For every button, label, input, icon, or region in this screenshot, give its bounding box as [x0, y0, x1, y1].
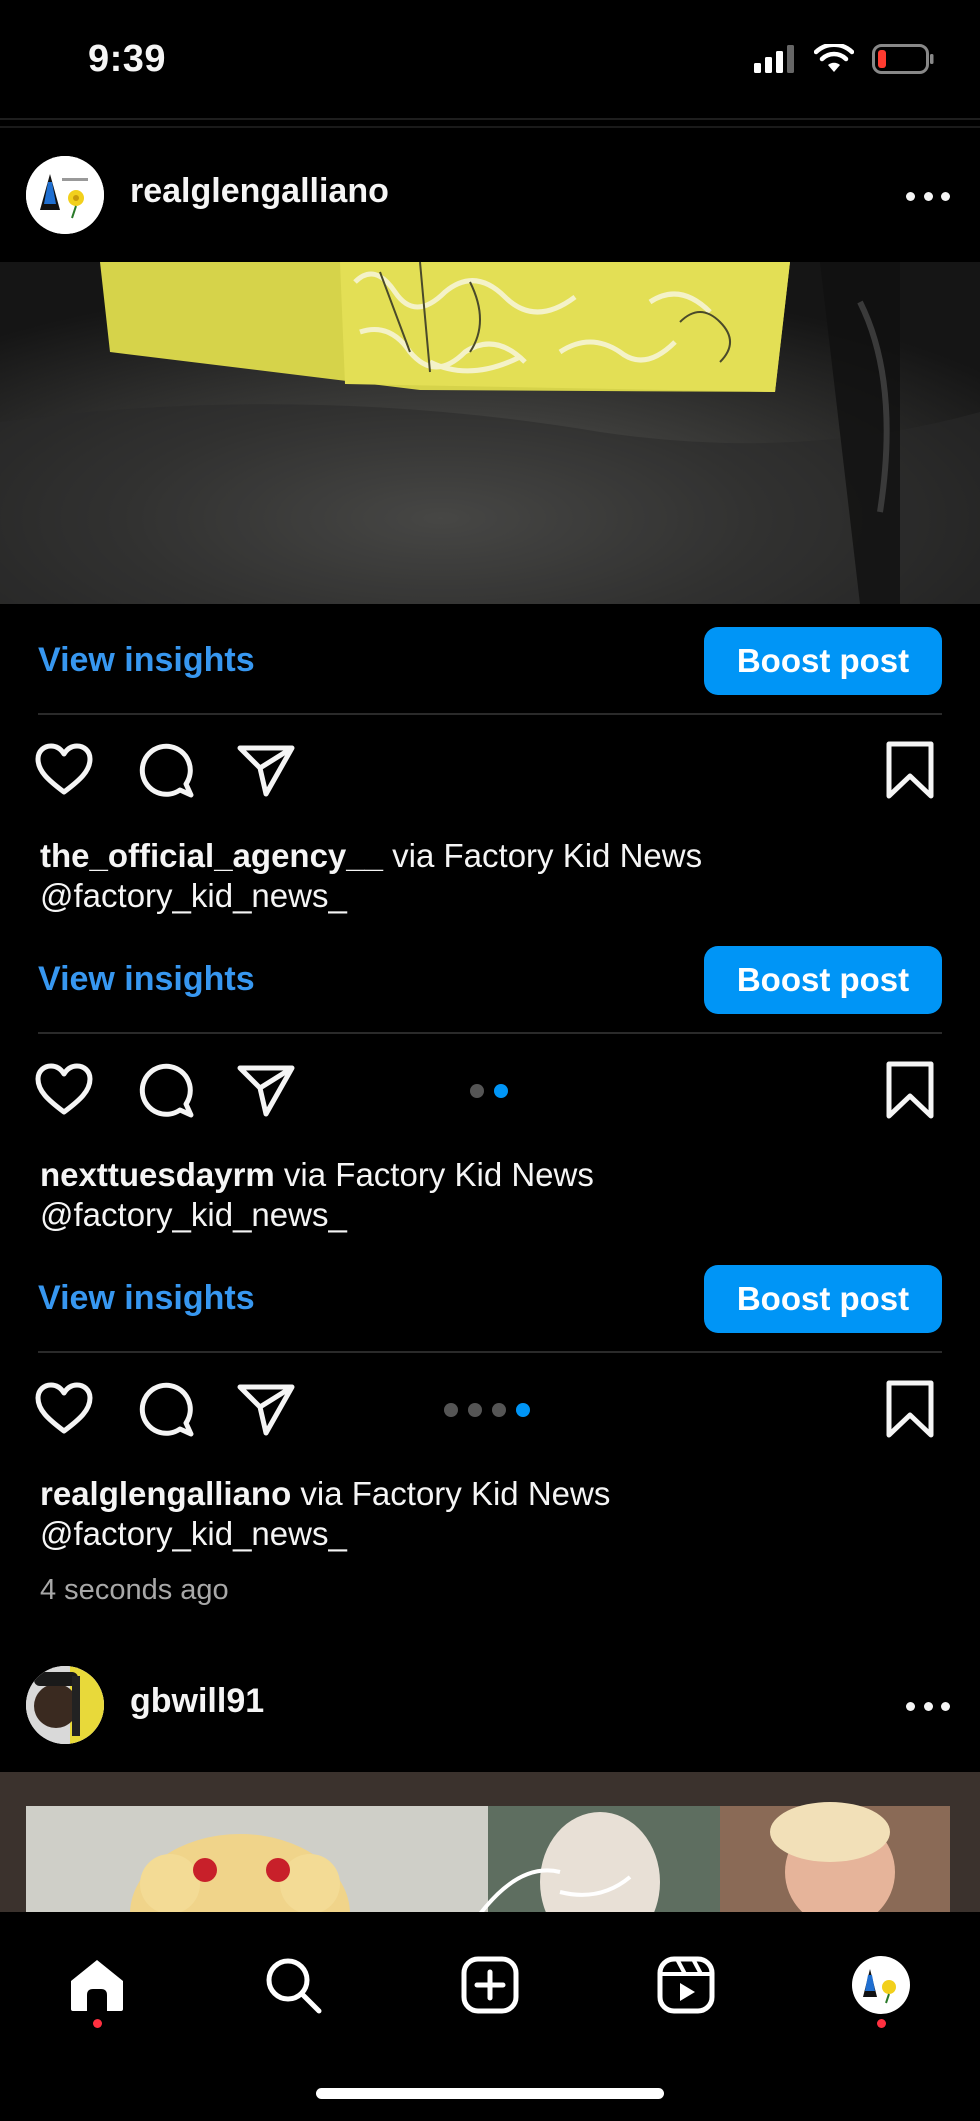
status-bar: 9:39 [0, 0, 980, 118]
action-row [30, 740, 950, 810]
save-bookmark-icon[interactable] [884, 1379, 936, 1439]
avatar-photo-icon [26, 1666, 104, 1744]
boost-post-button[interactable]: Boost post [704, 946, 942, 1014]
comment-icon[interactable] [136, 1060, 196, 1120]
nav-profile[interactable] [846, 1950, 916, 2020]
caption-handle[interactable]: @factory_kid_news_ [40, 1515, 347, 1552]
profile-avatar-icon [852, 1956, 910, 2014]
carousel-dot [470, 1084, 484, 1098]
home-indicator [316, 2088, 664, 2099]
carousel-indicator [444, 1403, 530, 1417]
post-timestamp: 4 seconds ago [40, 1574, 229, 1606]
save-bookmark-icon[interactable] [884, 1060, 936, 1120]
carousel-dot [444, 1403, 458, 1417]
home-icon [71, 1960, 123, 2011]
status-icons [754, 44, 934, 74]
battery-low-icon [872, 44, 934, 74]
action-row [30, 1379, 950, 1449]
caption-text: via Factory Kid News [274, 1156, 594, 1193]
caption-text: via Factory Kid News [383, 837, 703, 874]
top-divider [0, 118, 980, 120]
row-divider [38, 1351, 942, 1353]
post-caption: the_official_agency__ via Factory Kid Ne… [40, 836, 940, 916]
save-bookmark-icon[interactable] [884, 740, 936, 800]
carousel-dot [468, 1403, 482, 1417]
more-options-icon[interactable] [906, 1700, 950, 1712]
collage-photo [0, 1772, 980, 1914]
comment-icon[interactable] [136, 740, 196, 800]
row-divider [38, 713, 942, 715]
caption-username[interactable]: the_official_agency__ [40, 837, 383, 874]
insights-row: View insights Boost post [38, 627, 942, 695]
caption-handle[interactable]: @factory_kid_news_ [40, 877, 347, 914]
carousel-dot-active [516, 1403, 530, 1417]
post-header: gbwill91 [0, 1650, 980, 1760]
share-send-icon[interactable] [236, 1060, 296, 1120]
avatar[interactable] [26, 1666, 104, 1744]
home-notification-dot [93, 2019, 102, 2028]
cellular-signal-icon [754, 45, 794, 73]
view-insights-link[interactable]: View insights [38, 1279, 255, 1318]
post-username[interactable]: realglengalliano [130, 172, 389, 211]
like-heart-icon[interactable] [34, 740, 94, 800]
nav-home[interactable] [62, 1950, 132, 2020]
avatar[interactable] [26, 156, 104, 234]
boost-post-button[interactable]: Boost post [704, 627, 942, 695]
post-caption: nexttuesdayrm via Factory Kid News @fact… [40, 1155, 940, 1235]
carousel-indicator [470, 1084, 508, 1098]
caption-username[interactable]: nexttuesdayrm [40, 1156, 275, 1193]
create-post-icon [461, 1956, 519, 2014]
post-caption: realglengalliano via Factory Kid News @f… [40, 1474, 940, 1554]
more-options-icon[interactable] [906, 190, 950, 202]
share-send-icon[interactable] [236, 740, 296, 800]
carousel-dot-active [494, 1084, 508, 1098]
insights-row: View insights Boost post [38, 1265, 942, 1333]
top-divider-secondary [0, 126, 980, 128]
caption-text: via Factory Kid News [291, 1475, 611, 1512]
status-time: 9:39 [88, 38, 167, 80]
carousel-dot [492, 1403, 506, 1417]
reels-icon [657, 1956, 715, 2014]
action-row [30, 1060, 950, 1130]
wifi-icon [814, 44, 854, 72]
boost-post-button[interactable]: Boost post [704, 1265, 942, 1333]
post-username[interactable]: gbwill91 [130, 1682, 264, 1721]
share-send-icon[interactable] [236, 1379, 296, 1439]
nav-reels[interactable] [651, 1950, 721, 2020]
post-image[interactable] [0, 1772, 980, 1914]
view-insights-link[interactable]: View insights [38, 641, 255, 680]
row-divider [38, 1032, 942, 1034]
nav-create[interactable] [455, 1950, 525, 2020]
post-image[interactable] [0, 262, 980, 604]
nav-search[interactable] [258, 1950, 328, 2020]
view-insights-link[interactable]: View insights [38, 960, 255, 999]
comment-icon[interactable] [136, 1379, 196, 1439]
avatar-logo-icon [26, 156, 104, 234]
caption-handle[interactable]: @factory_kid_news_ [40, 1196, 347, 1233]
post-header: realglengalliano [0, 140, 980, 250]
like-heart-icon[interactable] [34, 1060, 94, 1120]
like-heart-icon[interactable] [34, 1379, 94, 1439]
caption-username[interactable]: realglengalliano [40, 1475, 291, 1512]
bandana-photo [0, 262, 980, 604]
search-icon [266, 1958, 322, 2014]
profile-notification-dot [877, 2019, 886, 2028]
insights-row: View insights Boost post [38, 946, 942, 1014]
